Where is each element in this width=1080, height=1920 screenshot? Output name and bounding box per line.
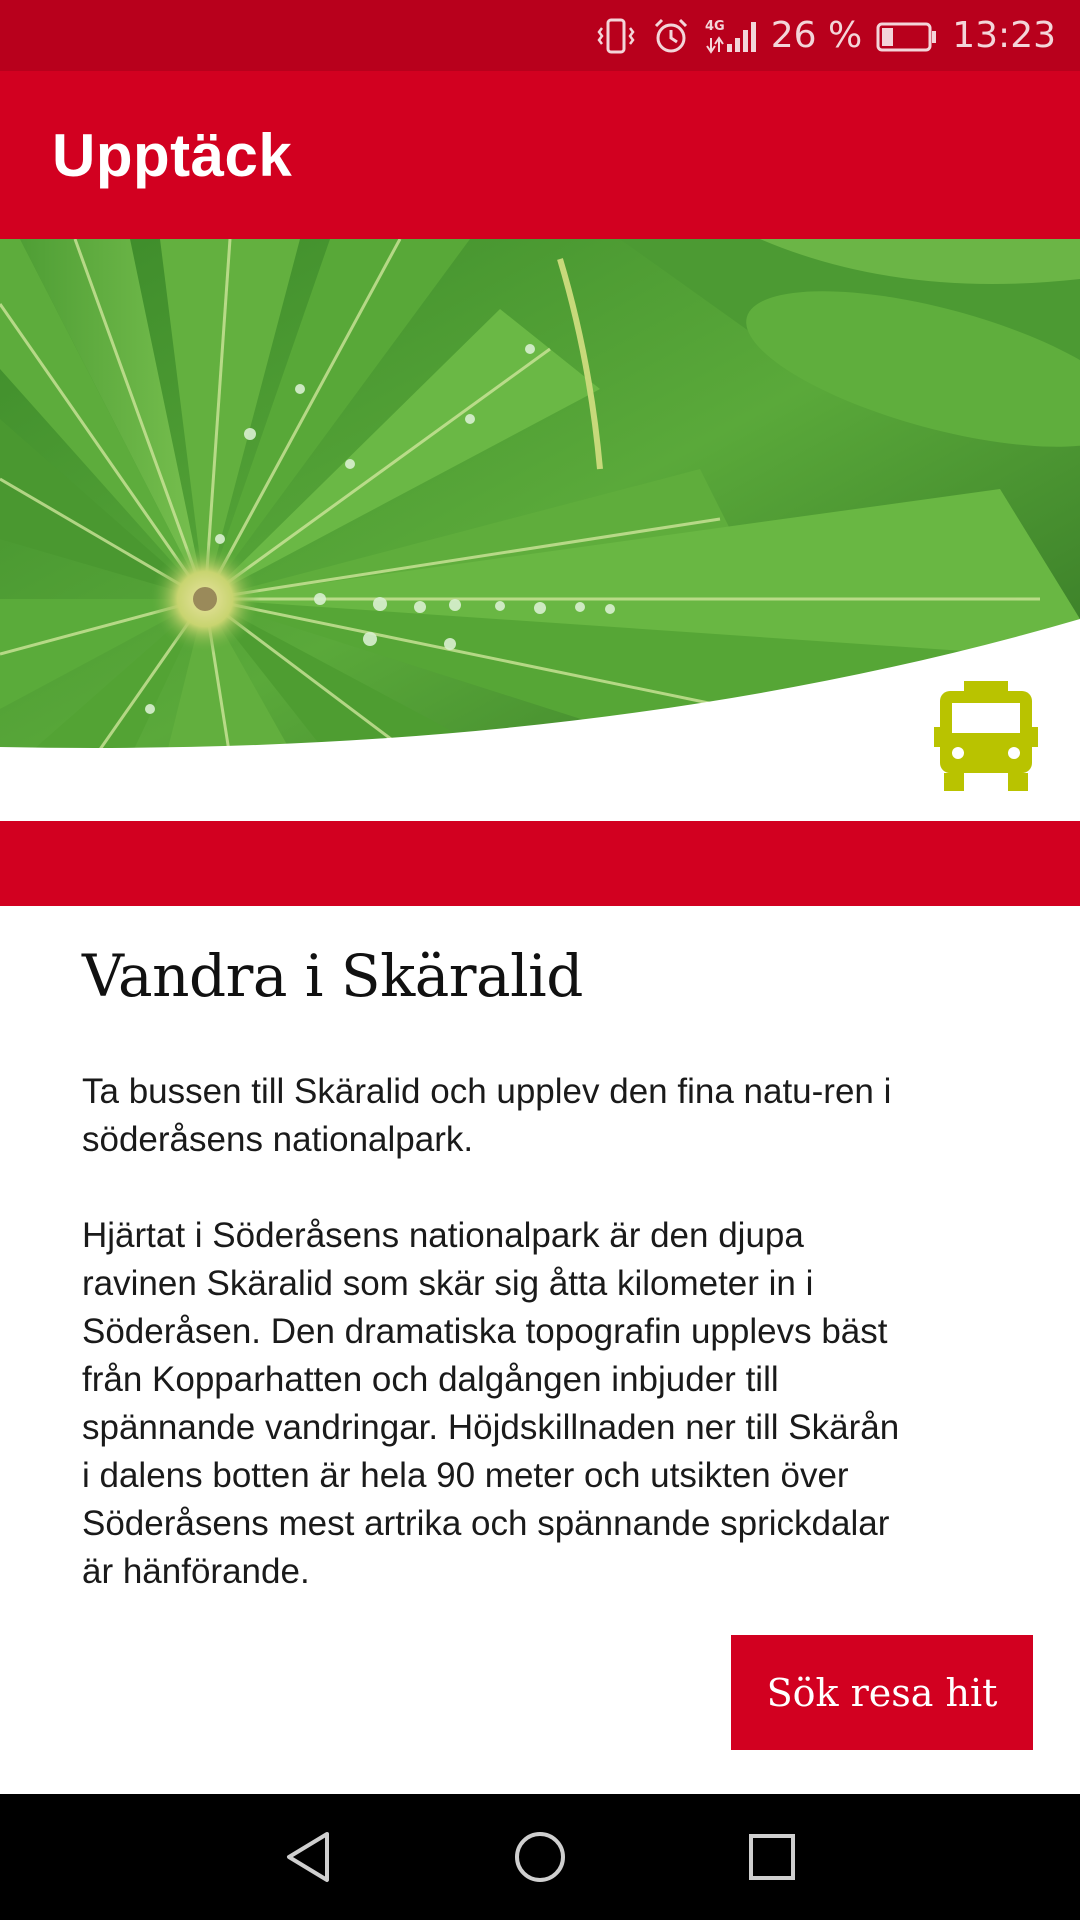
network-type-label: 4G: [705, 19, 725, 34]
home-icon[interactable]: [480, 1797, 600, 1917]
article: Vandra i Skäralid Ta bussen till Skärali…: [82, 906, 912, 1596]
app-bar: Upptäck: [0, 71, 1080, 239]
article-intro: Ta bussen till Skäralid och upplev den f…: [82, 1072, 892, 1159]
recents-icon[interactable]: [712, 1797, 832, 1917]
battery-percent: 26 %: [770, 15, 863, 56]
hero-image: [0, 239, 1080, 821]
leaf-photo: [0, 239, 1080, 821]
back-icon[interactable]: [248, 1797, 368, 1917]
clock: 13:23: [952, 15, 1056, 56]
vibrate-icon: [595, 16, 637, 56]
bus-icon: [934, 681, 1038, 791]
navigation-bar: [0, 1794, 1080, 1920]
battery-icon: [876, 18, 938, 54]
article-title: Vandra i Skäralid: [82, 942, 583, 1010]
search-trip-button[interactable]: Sök resa hit: [731, 1635, 1033, 1750]
accent-band: [0, 821, 1080, 906]
article-body: Hjärtat i Söderåsens nationalpark är den…: [82, 1216, 900, 1591]
signal-icon: 4G: [705, 16, 757, 56]
alarm-icon: [651, 16, 691, 56]
page-title: Upptäck: [52, 121, 293, 189]
status-bar: 4G 26 % 13:23: [0, 0, 1080, 71]
